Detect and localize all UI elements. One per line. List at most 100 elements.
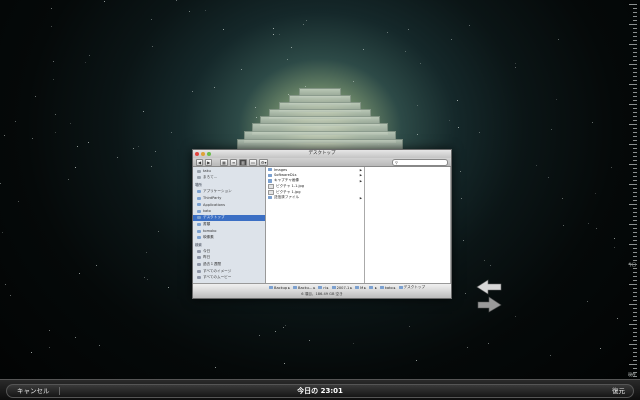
timeline-tick[interactable] xyxy=(629,364,637,365)
timeline-tick[interactable] xyxy=(629,44,637,45)
timeline-tick[interactable] xyxy=(633,72,637,73)
timeline-tick[interactable] xyxy=(633,312,637,313)
path-crumb[interactable]: デスクトップ xyxy=(398,285,425,290)
timeline-tick[interactable] xyxy=(633,360,637,361)
timeline-tick[interactable] xyxy=(633,276,637,277)
sidebar-item[interactable]: アプリケーション xyxy=(193,188,265,195)
timeline-tick[interactable] xyxy=(633,36,637,37)
sidebar-item[interactable]: taku xyxy=(193,168,265,175)
timeline-tick[interactable] xyxy=(633,368,637,369)
file-row[interactable]: 送信済ファイル ▶ xyxy=(266,195,364,201)
timeline-tick[interactable] xyxy=(633,300,637,301)
timeline-tick[interactable] xyxy=(629,184,637,185)
timeline-tick[interactable] xyxy=(629,104,637,105)
sidebar-item[interactable]: tomoko xyxy=(193,228,265,235)
timeline-tick[interactable] xyxy=(629,164,637,165)
column-view-button[interactable]: ▥ xyxy=(239,158,248,166)
timeline-tick[interactable] xyxy=(629,284,637,285)
timeline-tick[interactable] xyxy=(633,180,637,181)
sidebar-item[interactable]: Applications xyxy=(193,201,265,208)
timeline-tick[interactable] xyxy=(633,188,637,189)
timeline-tick[interactable] xyxy=(629,324,637,325)
timeline-tick[interactable] xyxy=(633,212,637,213)
timeline-tick[interactable] xyxy=(633,316,637,317)
timeline-tick[interactable] xyxy=(633,252,637,253)
timeline-tick[interactable] xyxy=(633,272,637,273)
minimize-button[interactable] xyxy=(201,151,205,156)
timeline-tick[interactable] xyxy=(633,112,637,113)
timeline-tick[interactable] xyxy=(633,148,637,149)
sidebar-item[interactable]: 書類 xyxy=(193,221,265,228)
sidebar-item[interactable]: 映像素 xyxy=(193,234,265,241)
sidebar-item[interactable]: ThirdParty xyxy=(193,195,265,202)
forward-button[interactable]: ▶ xyxy=(205,158,213,166)
sidebar-item[interactable]: デスクトップ xyxy=(193,214,265,222)
timeline-tick[interactable] xyxy=(633,60,637,61)
timeline-tick[interactable] xyxy=(633,136,637,137)
search-field[interactable]: ⚲ xyxy=(392,158,448,166)
timeline-tick[interactable] xyxy=(629,144,637,145)
sidebar-item[interactable]: 昨日 xyxy=(193,255,265,262)
finder-window[interactable]: デスクトップ ◀ ▶ ▦ ≡ ▥ ▭ ⚙▾ ⚲ taku まろて… 場所 アプリケーシ… xyxy=(192,149,452,299)
timeline-tick[interactable] xyxy=(633,328,637,329)
timeline-tick[interactable] xyxy=(633,128,637,129)
timeline-tick[interactable] xyxy=(629,264,637,265)
timeline-tick[interactable] xyxy=(633,200,637,201)
timeline-tick[interactable] xyxy=(633,336,637,337)
timeline-tick[interactable] xyxy=(633,16,637,17)
sidebar-item[interactable]: すべてのイメージ xyxy=(193,268,265,275)
path-crumb[interactable]: ri ▸ xyxy=(318,286,329,290)
list-view-button[interactable]: ≡ xyxy=(229,158,238,166)
timeline-tick[interactable] xyxy=(633,32,637,33)
timeline-tick[interactable] xyxy=(633,40,637,41)
timeline-tick[interactable] xyxy=(633,8,637,9)
timeline-tick[interactable] xyxy=(633,248,637,249)
timeline-tick[interactable] xyxy=(633,152,637,153)
timeline-tick[interactable] xyxy=(633,288,637,289)
path-crumb[interactable]: Backu… ▸ xyxy=(293,286,315,290)
timeline-tick[interactable] xyxy=(633,160,637,161)
timeline-tick[interactable] xyxy=(633,196,637,197)
timeline-tick[interactable] xyxy=(633,340,637,341)
sidebar-item[interactable]: 過去１週間 xyxy=(193,261,265,268)
timeline-tick[interactable] xyxy=(633,156,637,157)
timeline-tick[interactable] xyxy=(629,124,637,125)
timeline-tick[interactable] xyxy=(633,352,637,353)
timeline-tick[interactable] xyxy=(633,308,637,309)
timeline-tick[interactable] xyxy=(633,132,637,133)
icon-view-button[interactable]: ▦ xyxy=(220,158,228,166)
timeline-tick[interactable] xyxy=(633,140,637,141)
coverflow-view-button[interactable]: ▭ xyxy=(249,158,257,166)
timeline-tick[interactable] xyxy=(633,108,637,109)
timeline-tick[interactable] xyxy=(633,120,637,121)
sidebar-item[interactable]: すべてのムービー xyxy=(193,274,265,281)
path-crumb[interactable]: 2007-1 ▸ xyxy=(331,286,352,290)
timeline-tick[interactable] xyxy=(629,84,637,85)
path-crumb[interactable]: Backup ▸ xyxy=(269,286,290,290)
finder-titlebar[interactable]: デスクトップ xyxy=(193,150,451,158)
timeline-tick[interactable] xyxy=(629,224,637,225)
timeline-tick[interactable] xyxy=(633,52,637,53)
timeline-tick[interactable] xyxy=(633,96,637,97)
timeline-tick[interactable] xyxy=(629,4,637,5)
arrow-forward-in-time-icon[interactable] xyxy=(477,296,502,313)
timeline-tick[interactable] xyxy=(633,68,637,69)
timeline-tick[interactable] xyxy=(629,24,637,25)
timeline-tick[interactable] xyxy=(633,232,637,233)
timeline-tick[interactable] xyxy=(629,344,637,345)
path-crumb[interactable]: kato ▸ xyxy=(379,286,396,290)
timeline[interactable]: 今日 現在 xyxy=(618,0,640,380)
timeline-tick[interactable] xyxy=(633,256,637,257)
timeline-tick[interactable] xyxy=(633,320,637,321)
timeline-tick[interactable] xyxy=(633,236,637,237)
timeline-tick[interactable] xyxy=(633,168,637,169)
timeline-tick[interactable] xyxy=(633,348,637,349)
timeline-tick[interactable] xyxy=(633,296,637,297)
timeline-tick[interactable] xyxy=(629,204,637,205)
timeline-tick[interactable] xyxy=(633,176,637,177)
sidebar-item[interactable]: まろて… xyxy=(193,175,265,182)
timeline-tick[interactable] xyxy=(633,372,637,373)
timeline-tick[interactable] xyxy=(633,332,637,333)
timeline-tick[interactable] xyxy=(629,244,637,245)
timeline-tick[interactable] xyxy=(633,80,637,81)
